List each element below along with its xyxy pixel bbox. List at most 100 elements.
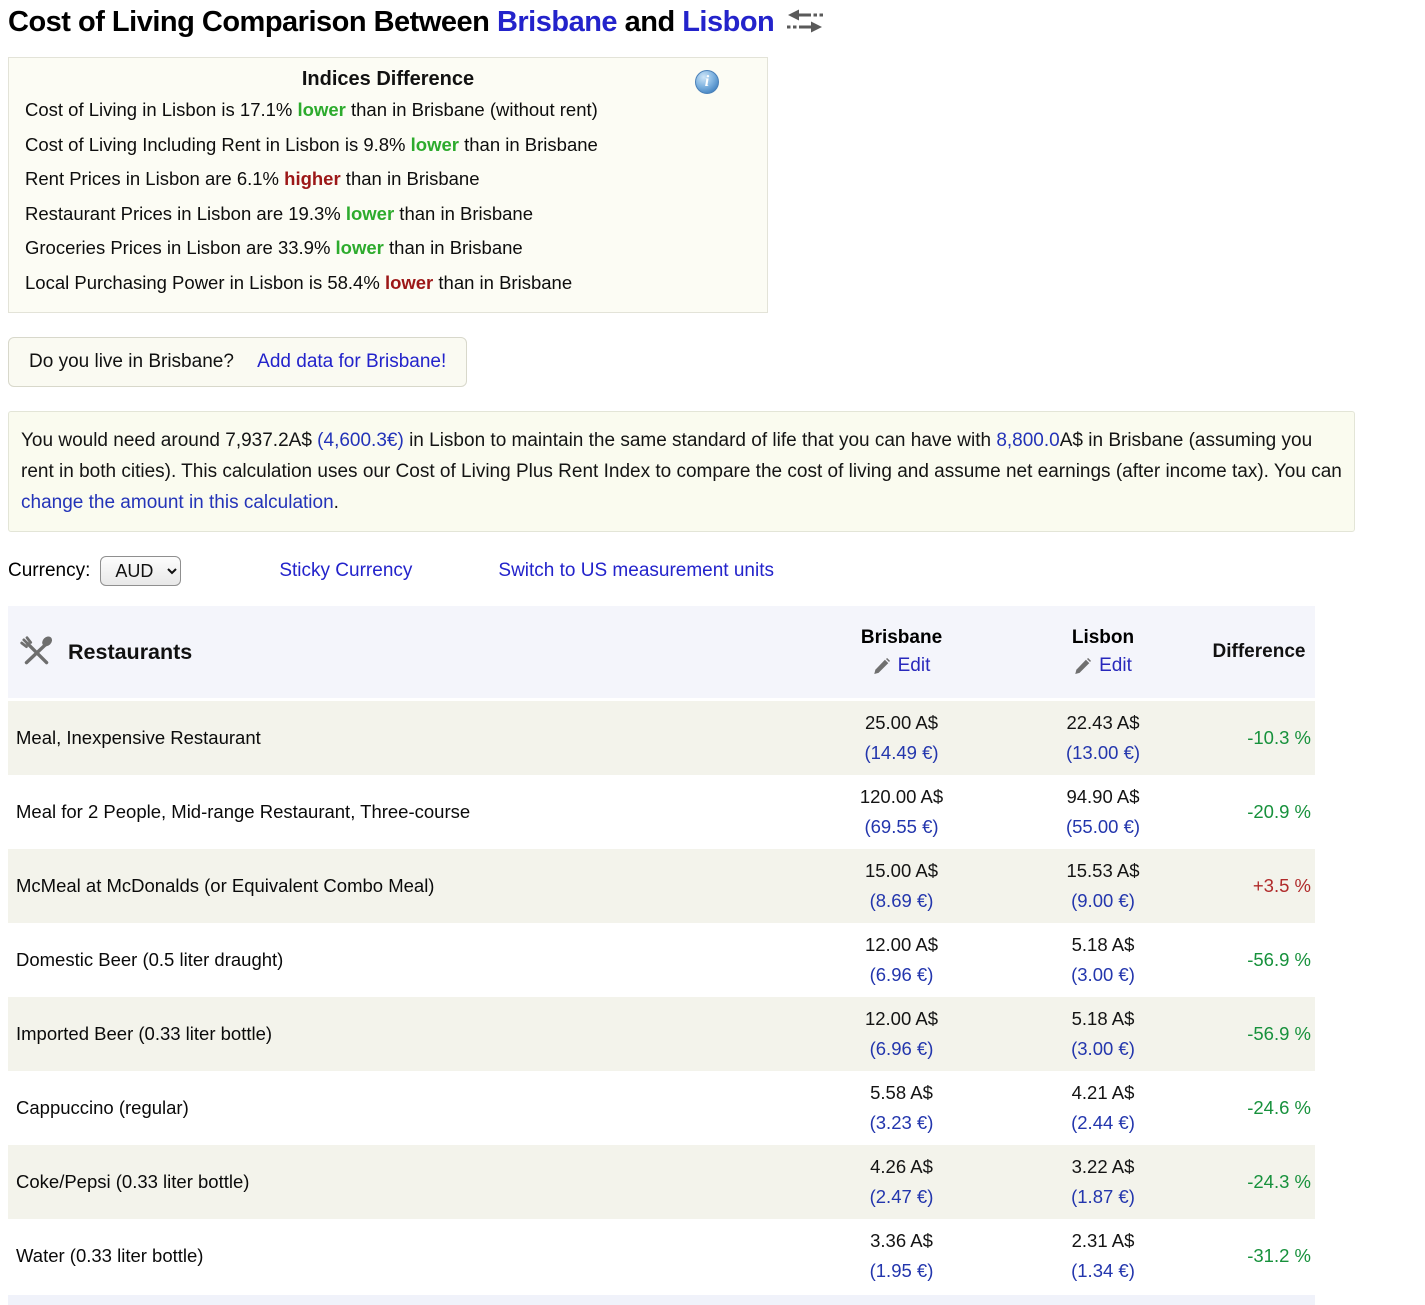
table-row: McMeal at McDonalds (or Equivalent Combo… (8, 849, 1315, 923)
price-aud: 15.00 A$ (865, 856, 938, 886)
item-name: Meal for 2 People, Mid-range Restaurant,… (8, 775, 800, 849)
item-name: Meal, Inexpensive Restaurant (8, 701, 800, 775)
line-text: than in Brisbane (341, 168, 480, 189)
line-text: than in Brisbane (394, 203, 533, 224)
table-header: Restaurants Brisbane Edit Lisbon Edit Di… (8, 606, 1315, 698)
column-header-lisbon: Lisbon Edit (1003, 606, 1203, 698)
lisbon-price-cell: 3.22 A$(1.87 €) (1003, 1145, 1203, 1219)
difference-value: +3.5 % (1203, 849, 1315, 923)
section-title: Restaurants (68, 640, 192, 665)
fork-and-spoon-icon (18, 634, 54, 670)
difference-value: -56.9 % (1203, 923, 1315, 997)
price-eur-link[interactable]: (69.55 €) (864, 812, 938, 842)
next-section-header-partial (8, 1295, 1315, 1305)
item-name: Coke/Pepsi (0.33 liter bottle) (8, 1145, 800, 1219)
table-row: Domestic Beer (0.5 liter draught) 12.00 … (8, 923, 1315, 997)
index-line-cost-of-living: Cost of Living in Lisbon is 17.1% lower … (17, 93, 759, 128)
currency-select[interactable]: AUD (100, 556, 181, 586)
calc-text: . (334, 492, 339, 513)
aud-amount-link[interactable]: 8,800.0 (996, 430, 1059, 451)
column-header-difference: Difference (1203, 606, 1315, 698)
city2-link[interactable]: Lisbon (682, 6, 774, 38)
info-icon[interactable]: i (695, 70, 719, 94)
section-header-restaurants: Restaurants (8, 606, 800, 698)
price-eur-link[interactable]: (9.00 €) (1071, 886, 1135, 916)
price-eur-link[interactable]: (3.00 €) (1071, 960, 1135, 990)
price-eur-link[interactable]: (6.96 €) (870, 1034, 934, 1064)
price-eur-link[interactable]: (6.96 €) (870, 960, 934, 990)
price-eur-link[interactable]: (14.49 €) (864, 738, 938, 768)
line-text: than in Brisbane (384, 237, 523, 258)
line-text: Groceries Prices in Lisbon are 33.9% (25, 237, 336, 258)
restaurants-table: Restaurants Brisbane Edit Lisbon Edit Di… (8, 606, 1315, 1305)
sentiment-word: lower (385, 272, 433, 293)
eur-amount-link[interactable]: (4,600.3€) (317, 430, 404, 451)
table-row: Meal for 2 People, Mid-range Restaurant,… (8, 775, 1315, 849)
sticky-currency-link[interactable]: Sticky Currency (279, 560, 412, 582)
brisbane-price-cell: 4.26 A$(2.47 €) (800, 1145, 1003, 1219)
column-header-brisbane: Brisbane Edit (800, 606, 1003, 698)
difference-value: -24.3 % (1203, 1145, 1315, 1219)
price-eur-link[interactable]: (2.44 €) (1071, 1108, 1135, 1138)
sentiment-word: lower (411, 134, 459, 155)
price-eur-link[interactable]: (55.00 €) (1066, 812, 1140, 842)
price-aud: 15.53 A$ (1066, 856, 1139, 886)
line-text: Restaurant Prices in Lisbon are 19.3% (25, 203, 346, 224)
calc-text: You would need around 7,937.2A$ (21, 430, 317, 451)
price-eur-link[interactable]: (1.87 €) (1071, 1182, 1135, 1212)
indices-title: Indices Difference (17, 68, 759, 91)
price-eur-link[interactable]: (2.47 €) (870, 1182, 934, 1212)
page: Cost of Living Comparison Between Brisba… (0, 6, 1425, 1305)
price-eur-link[interactable]: (13.00 €) (1066, 738, 1140, 768)
difference-value: -24.6 % (1203, 1071, 1315, 1145)
switch-units-link[interactable]: Switch to US measurement units (498, 560, 774, 582)
change-amount-link[interactable]: change the amount in this calculation (21, 492, 334, 513)
price-aud: 94.90 A$ (1066, 782, 1139, 812)
lisbon-price-cell: 15.53 A$(9.00 €) (1003, 849, 1203, 923)
line-text: Cost of Living in Lisbon is 17.1% (25, 99, 298, 120)
swap-cities-icon[interactable] (784, 7, 826, 35)
table-row: Water (0.33 liter bottle) 3.36 A$(1.95 €… (8, 1219, 1315, 1293)
difference-value: -56.9 % (1203, 997, 1315, 1071)
price-eur-link[interactable]: (3.00 €) (1071, 1034, 1135, 1064)
edit-label: Edit (1099, 655, 1132, 677)
line-text: than in Brisbane (without rent) (346, 99, 598, 120)
table-row: Imported Beer (0.33 liter bottle) 12.00 … (8, 997, 1315, 1071)
price-aud: 4.26 A$ (870, 1152, 933, 1182)
column-city-name: Lisbon (1072, 627, 1134, 649)
page-title: Cost of Living Comparison Between Brisba… (8, 6, 1417, 39)
price-aud: 3.22 A$ (1072, 1152, 1135, 1182)
price-aud: 22.43 A$ (1066, 708, 1139, 738)
edit-brisbane-link[interactable]: Edit (873, 655, 931, 677)
edit-lisbon-link[interactable]: Edit (1074, 655, 1132, 677)
brisbane-price-cell: 12.00 A$(6.96 €) (800, 997, 1003, 1071)
item-name: Domestic Beer (0.5 liter draught) (8, 923, 800, 997)
column-city-name: Brisbane (861, 627, 942, 649)
table-row: Meal, Inexpensive Restaurant 25.00 A$(14… (8, 701, 1315, 775)
price-aud: 5.58 A$ (870, 1078, 933, 1108)
title-prefix: Cost of Living Comparison Between (8, 6, 497, 38)
price-aud: 3.36 A$ (870, 1226, 933, 1256)
price-eur-link[interactable]: (8.69 €) (870, 886, 934, 916)
lisbon-price-cell: 22.43 A$(13.00 €) (1003, 701, 1203, 775)
price-eur-link[interactable]: (3.23 €) (870, 1108, 934, 1138)
brisbane-price-cell: 15.00 A$(8.69 €) (800, 849, 1003, 923)
brisbane-price-cell: 120.00 A$(69.55 €) (800, 775, 1003, 849)
price-aud: 120.00 A$ (860, 782, 943, 812)
item-name: McMeal at McDonalds (or Equivalent Combo… (8, 849, 800, 923)
lisbon-price-cell: 94.90 A$(55.00 €) (1003, 775, 1203, 849)
brisbane-price-cell: 5.58 A$(3.23 €) (800, 1071, 1003, 1145)
difference-value: -10.3 % (1203, 701, 1315, 775)
city1-link[interactable]: Brisbane (497, 6, 617, 38)
edit-label: Edit (898, 655, 931, 677)
price-aud: 25.00 A$ (865, 708, 938, 738)
price-aud: 2.31 A$ (1072, 1226, 1135, 1256)
table-row: Coke/Pepsi (0.33 liter bottle) 4.26 A$(2… (8, 1145, 1315, 1219)
price-eur-link[interactable]: (1.34 €) (1071, 1256, 1135, 1286)
live-question: Do you live in Brisbane? (29, 351, 234, 372)
price-aud: 5.18 A$ (1072, 1004, 1135, 1034)
lisbon-price-cell: 5.18 A$(3.00 €) (1003, 997, 1203, 1071)
brisbane-price-cell: 25.00 A$(14.49 €) (800, 701, 1003, 775)
add-data-link[interactable]: Add data for Brisbane! (257, 351, 446, 372)
price-eur-link[interactable]: (1.95 €) (870, 1256, 934, 1286)
